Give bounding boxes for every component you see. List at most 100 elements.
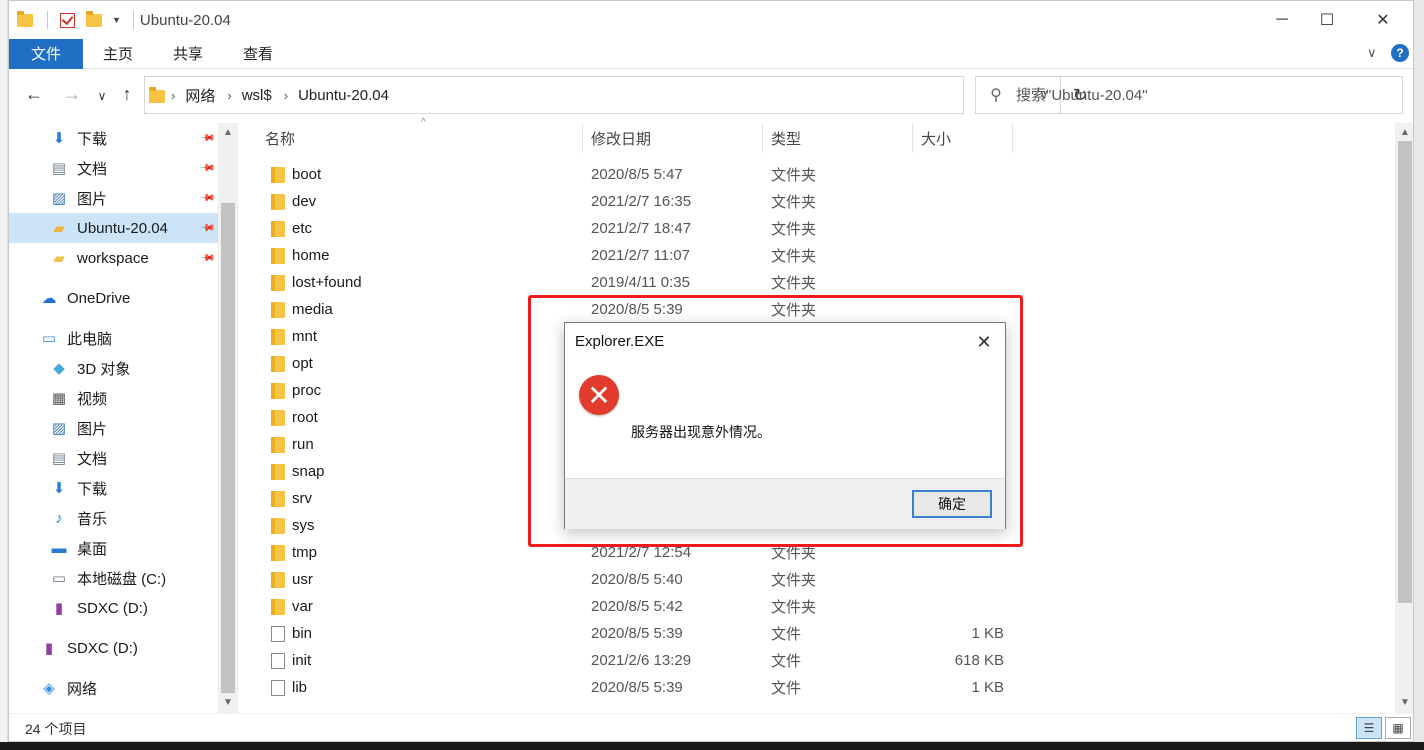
nav-item[interactable]: ♪ 音乐 [9, 503, 219, 533]
nav-item-label: 文档 [77, 160, 108, 178]
navigation-scrollbar[interactable]: ▲ ▼ [218, 123, 238, 713]
chevron-right-icon: › [283, 87, 289, 103]
scroll-down-arrow-icon[interactable]: ▼ [1395, 697, 1413, 708]
forward-arrow-icon[interactable]: → [59, 84, 85, 105]
address-bar[interactable]: › 网络 › wsl$ › Ubuntu-20.04 ∨ ↻ [144, 76, 1088, 114]
scroll-down-arrow-icon[interactable]: ▼ [218, 697, 238, 708]
nav-item[interactable]: ▤ 文档 [9, 443, 219, 473]
search-box[interactable]: ⚲ [975, 76, 1403, 114]
document-icon: ▤ [51, 160, 67, 177]
nav-item-label: 音乐 [77, 510, 108, 528]
properties-check-icon[interactable] [60, 11, 78, 29]
nav-item-label: 下载 [77, 480, 108, 498]
nav-item[interactable]: ⬇ 下载 📌 [9, 123, 219, 153]
search-input[interactable] [1016, 86, 1386, 104]
breadcrumb-network[interactable]: 网络 › [185, 85, 231, 106]
column-header-name[interactable]: 名称 [257, 123, 583, 153]
nav-item[interactable]: ☁ OneDrive [9, 283, 219, 313]
up-arrow-icon[interactable]: ↑ [114, 84, 140, 105]
scroll-up-arrow-icon[interactable]: ▲ [1395, 127, 1413, 138]
nav-item[interactable]: ◈ 网络 [9, 673, 219, 703]
column-header-modified[interactable]: 修改日期 [583, 123, 763, 153]
scroll-up-arrow-icon[interactable]: ▲ [218, 127, 238, 138]
file-date: 2020/8/5 5:39 [591, 625, 683, 642]
nav-item[interactable]: ◆ 3D 对象 [9, 353, 219, 383]
file-icon [271, 680, 285, 696]
file-row[interactable]: lost+found 2019/4/11 0:35 文件夹 [249, 269, 1389, 296]
scrollbar-thumb[interactable] [1398, 141, 1412, 603]
file-name: home [292, 247, 330, 264]
ok-button[interactable]: 确定 [912, 490, 992, 518]
file-size: 1 KB [971, 625, 1004, 642]
tab-share[interactable]: 共享 [153, 39, 223, 69]
file-row[interactable]: boot 2020/8/5 5:47 文件夹 [249, 161, 1389, 188]
tab-view[interactable]: 查看 [223, 39, 293, 69]
pin-icon[interactable]: 📌 [199, 160, 216, 177]
file-name: opt [292, 355, 313, 372]
folder-icon [271, 167, 285, 183]
tab-file[interactable]: 文件 [9, 38, 84, 69]
nav-item[interactable]: ▤ 文档 📌 [9, 153, 219, 183]
tab-home[interactable]: 主页 [83, 39, 153, 69]
expand-ribbon-chevron-icon[interactable]: ∨ [1367, 45, 1377, 61]
file-row[interactable]: home 2021/2/7 11:07 文件夹 [249, 242, 1389, 269]
details-view-icon[interactable]: ☰ [1356, 717, 1382, 739]
back-arrow-icon[interactable]: ← [21, 84, 47, 105]
folder-icon [271, 572, 285, 588]
nav-item[interactable]: ▦ 视频 [9, 383, 219, 413]
breadcrumb-wsl[interactable]: wsl$ › [242, 87, 288, 104]
music-note-icon: ♪ [55, 509, 63, 527]
dialog-close-icon[interactable]: ✕ [967, 329, 1001, 355]
document-icon: ▤ [51, 450, 67, 467]
nav-item[interactable]: ▨ 图片 📌 [9, 183, 219, 213]
large-icons-view-icon[interactable]: ▦ [1385, 717, 1411, 739]
nav-item[interactable]: ▰ workspace 📌 [9, 243, 219, 273]
folder-icon [271, 356, 285, 372]
help-icon[interactable]: ? [1391, 44, 1409, 62]
dialog-message: 服务器出现意外情况。 [631, 424, 771, 440]
folder-icon [271, 518, 285, 534]
file-row[interactable]: lib 2020/8/5 5:39 文件 1 KB [249, 674, 1389, 701]
file-name: tmp [292, 544, 318, 561]
scrollbar-thumb[interactable] [221, 203, 235, 693]
file-date: 2020/8/5 5:39 [591, 679, 683, 696]
file-row[interactable]: etc 2021/2/7 18:47 文件夹 [249, 215, 1389, 242]
nav-item-label: 下载 [77, 130, 108, 148]
breadcrumb-ubuntu[interactable]: Ubuntu-20.04 [298, 87, 389, 104]
nav-item[interactable]: ▮ SDXC (D:) [9, 593, 219, 623]
file-row[interactable]: init 2021/2/6 13:29 文件 618 KB [249, 647, 1389, 674]
nav-item[interactable]: ▭ 本地磁盘 (C:) [9, 563, 219, 593]
pin-icon[interactable]: 📌 [199, 130, 216, 147]
pin-icon[interactable]: 📌 [199, 250, 216, 267]
nav-item[interactable]: ▰ Ubuntu-20.04 📌 [9, 213, 219, 243]
nav-item[interactable]: ▭ 此电脑 [9, 323, 219, 353]
close-window-button[interactable]: ✕ [1354, 1, 1412, 39]
nav-item-label: 文档 [77, 450, 108, 468]
nav-item[interactable]: ▨ 图片 [9, 413, 219, 443]
new-folder-icon[interactable] [86, 11, 104, 29]
file-row[interactable]: var 2020/8/5 5:42 文件夹 [249, 593, 1389, 620]
background-window-edge [0, 0, 8, 750]
column-header-type[interactable]: 类型 [763, 123, 913, 153]
nav-item-label: 网络 [67, 680, 98, 698]
explorer-app-icon [17, 11, 35, 29]
nav-item-label: 桌面 [77, 540, 108, 558]
nav-item[interactable]: ⬇ 下载 [9, 473, 219, 503]
file-name: media [292, 301, 333, 318]
pin-icon[interactable]: 📌 [199, 190, 216, 207]
file-row[interactable]: dev 2021/2/7 16:35 文件夹 [249, 188, 1389, 215]
maximize-button[interactable]: ☐ [1298, 1, 1356, 39]
item-count: 24 个项目 [25, 720, 87, 737]
nav-item[interactable]: ▬ 桌面 [9, 533, 219, 563]
customize-toolbar-dropdown-icon[interactable]: ▼ [112, 15, 121, 25]
column-header-size[interactable]: 大小 [913, 123, 1013, 153]
network-icon: ◈ [43, 680, 55, 697]
file-type: 文件夹 [771, 599, 817, 616]
recent-locations-chevron-icon[interactable]: ∨ [89, 89, 115, 103]
nav-item[interactable]: ▮ SDXC (D:) [9, 633, 219, 663]
pin-icon[interactable]: 📌 [199, 220, 216, 237]
file-row[interactable]: bin 2020/8/5 5:39 文件 1 KB [249, 620, 1389, 647]
file-row[interactable]: usr 2020/8/5 5:40 文件夹 [249, 566, 1389, 593]
file-list-scrollbar[interactable]: ▲ ▼ [1395, 123, 1413, 713]
breadcrumb-root-chevron[interactable]: › [171, 88, 175, 103]
